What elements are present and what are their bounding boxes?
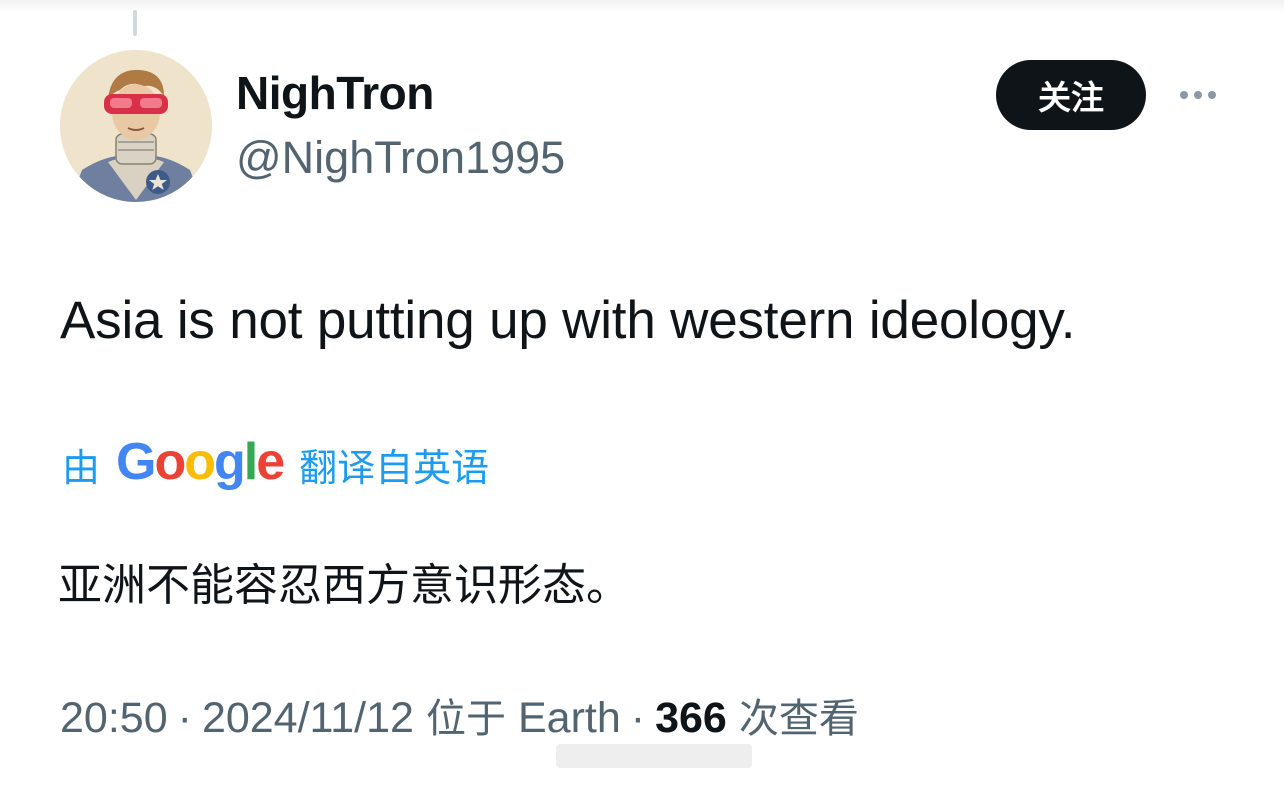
meta-separator: ·: [177, 694, 192, 742]
watermark-logo: [556, 744, 752, 768]
google-letter: e: [256, 432, 285, 491]
more-dot: [1180, 91, 1188, 99]
tweet-date[interactable]: 2024/11/12: [202, 694, 414, 743]
google-letter: o: [184, 432, 216, 491]
top-edge: [0, 0, 1284, 12]
views-label: 次查看: [738, 696, 859, 742]
location-prefix: 位于: [425, 696, 506, 742]
google-logo: Google: [116, 432, 285, 491]
translated-by-prefix: 由: [62, 446, 101, 490]
google-letter: o: [154, 432, 186, 491]
google-letter: G: [116, 432, 156, 491]
avatar[interactable]: [60, 50, 212, 202]
avatar-illustration-icon: [60, 50, 212, 202]
translated-text: 亚洲不能容忍西方意识形态。: [58, 560, 630, 611]
more-dot: [1194, 91, 1202, 99]
user-handle[interactable]: @NighTron1995: [236, 132, 565, 184]
tweet-time[interactable]: 20:50: [60, 694, 168, 743]
display-name[interactable]: NighTron: [236, 66, 434, 120]
translated-by-link[interactable]: 由 Google 翻译自英语: [62, 432, 490, 492]
follow-button[interactable]: 关注: [996, 60, 1146, 130]
tweet-text: Asia is not putting up with western ideo…: [60, 291, 1076, 350]
more-options-icon[interactable]: [1170, 78, 1226, 112]
google-letter: l: [243, 432, 259, 491]
more-dot: [1208, 91, 1216, 99]
thread-connector-line: [133, 10, 137, 36]
translated-by-suffix: 翻译自英语: [299, 446, 490, 490]
google-letter: g: [214, 432, 246, 491]
